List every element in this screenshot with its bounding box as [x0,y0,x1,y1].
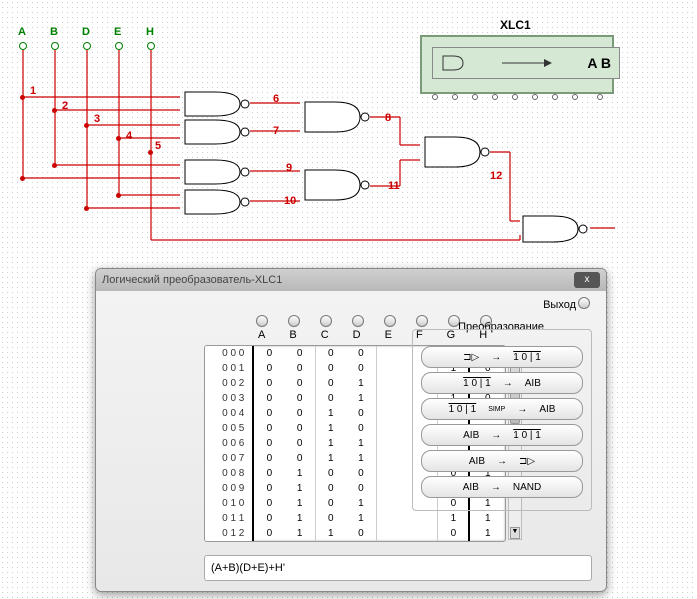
var-e-terminal[interactable] [384,315,396,327]
expression-text: (A+B)(D+E)+H' [211,562,285,574]
ab-label: A B [587,55,611,71]
table-row: 0 1 2011001 [205,526,505,541]
nand-gate-6[interactable] [300,168,375,202]
node [84,206,89,211]
var-f-terminal[interactable] [416,315,428,327]
convert-expr-to-nand[interactable]: AIB→NAND [421,476,583,498]
logic-converter-dialog[interactable]: Логический преобразователь-XLC1 x Выход … [95,268,607,592]
convert-panel: ⊐▷→1 0 | 1 1 0 | 1→AIB 1 0 | 1SIMP→AIB A… [412,329,592,511]
node [116,136,121,141]
convert-expr-to-tt[interactable]: AIB→1 0 | 1 [421,424,583,446]
var-c-terminal[interactable] [320,315,332,327]
output-label: Выход [543,299,576,311]
nand-gate-4[interactable] [180,188,255,216]
convert-tt-to-simp[interactable]: 1 0 | 1SIMP→AIB [421,398,583,420]
gate-icon [441,54,467,72]
nand-gate-8[interactable] [518,214,593,244]
dialog-title: Логический преобразователь-XLC1 [102,274,282,286]
logic-converter-component[interactable]: A B [420,35,614,94]
nand-gate-1[interactable] [180,90,255,118]
node [52,108,57,113]
scroll-down[interactable]: ▼ [510,527,520,539]
var-d-terminal[interactable] [352,315,364,327]
component-name: XLC1 [500,18,531,32]
nand-gate-7[interactable] [420,135,495,169]
table-row: 0 1 1010111 [205,511,505,526]
node [20,176,25,181]
gate-icon: ⊐▷ [463,352,479,363]
node [52,163,57,168]
var-a-terminal[interactable] [256,315,268,327]
expression-field[interactable]: (A+B)(D+E)+H' [204,555,592,581]
node [20,95,25,100]
node [84,123,89,128]
node [116,193,121,198]
convert-expr-to-circuit[interactable]: AIB→⊐▷ [421,450,583,472]
close-button[interactable]: x [574,272,600,288]
output-terminal[interactable] [578,297,590,309]
nand-gate-3[interactable] [180,158,255,186]
node [148,150,153,155]
gate-icon: ⊐▷ [519,456,535,467]
nand-gate-2[interactable] [180,118,255,146]
arrow-icon [502,58,552,68]
nand-gate-5[interactable] [300,100,375,134]
var-b-terminal[interactable] [288,315,300,327]
convert-tt-to-expr[interactable]: 1 0 | 1→AIB [421,372,583,394]
convert-circuit-to-tt[interactable]: ⊐▷→1 0 | 1 [421,346,583,368]
